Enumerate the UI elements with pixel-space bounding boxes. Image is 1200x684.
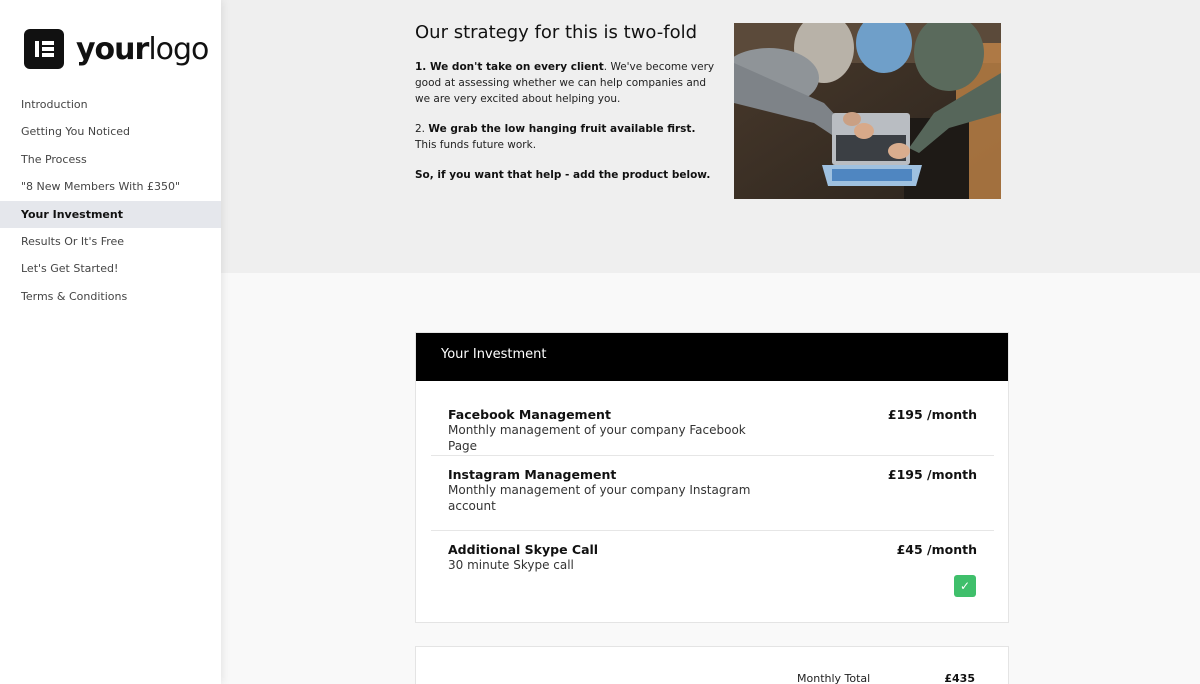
line-item-price: £45 /month bbox=[896, 542, 977, 557]
people-around-laptop-photo bbox=[734, 23, 1001, 199]
checkmark-icon: ✓ bbox=[959, 579, 971, 593]
elementor-logo-icon bbox=[24, 29, 64, 69]
strategy-text: Our strategy for this is two-fold 1. We … bbox=[415, 22, 715, 197]
line-item-price: £195 /month bbox=[887, 407, 977, 422]
strategy-section: Our strategy for this is two-fold 1. We … bbox=[221, 0, 1200, 273]
monthly-total-value: £435 bbox=[944, 672, 975, 684]
nav-item-8-new-members[interactable]: "8 New Members With £350" bbox=[0, 173, 221, 200]
totals-card: Monthly Total £435 bbox=[415, 646, 1009, 684]
investment-header: Your Investment bbox=[416, 333, 1008, 381]
monthly-total-label: Monthly Total bbox=[797, 672, 871, 684]
row-divider bbox=[431, 530, 994, 531]
logo[interactable]: yourlogo bbox=[24, 29, 209, 69]
line-item-name: Instagram Management bbox=[448, 467, 617, 482]
sidebar-nav: Introduction Getting You Noticed The Pro… bbox=[0, 91, 221, 310]
strategy-cta: So, if you want that help - add the prod… bbox=[415, 169, 711, 181]
nav-item-results-or-its-free[interactable]: Results Or It's Free bbox=[0, 228, 221, 255]
row-divider bbox=[431, 455, 994, 456]
nav-item-introduction[interactable]: Introduction bbox=[0, 91, 221, 118]
strategy-point-2: 2. We grab the low hanging fruit availab… bbox=[415, 123, 696, 151]
nav-item-the-process[interactable]: The Process bbox=[0, 146, 221, 173]
line-item-description: Monthly management of your company Insta… bbox=[448, 483, 751, 513]
line-item-name: Facebook Management bbox=[448, 407, 611, 422]
strategy-point-1: 1. We don't take on every client. We've … bbox=[415, 61, 715, 105]
line-item-name: Additional Skype Call bbox=[448, 542, 599, 557]
nav-item-getting-you-noticed[interactable]: Getting You Noticed bbox=[0, 118, 221, 145]
line-item-description: Monthly management of your company Faceb… bbox=[448, 423, 746, 453]
logo-text: yourlogo bbox=[76, 31, 209, 67]
sidebar: yourlogo Introduction Getting You Notice… bbox=[0, 0, 221, 684]
nav-item-terms-conditions[interactable]: Terms & Conditions bbox=[0, 283, 221, 310]
line-item-description: 30 minute Skype call bbox=[448, 558, 574, 572]
nav-item-lets-get-started[interactable]: Let's Get Started! bbox=[0, 255, 221, 282]
investment-card: Your Investment Facebook Management Mont… bbox=[415, 332, 1009, 623]
optional-item-checkbox[interactable]: ✓ bbox=[954, 575, 976, 597]
strategy-title: Our strategy for this is two-fold bbox=[415, 22, 698, 43]
nav-item-your-investment[interactable]: Your Investment bbox=[0, 200, 221, 228]
line-item-price: £195 /month bbox=[887, 467, 977, 482]
